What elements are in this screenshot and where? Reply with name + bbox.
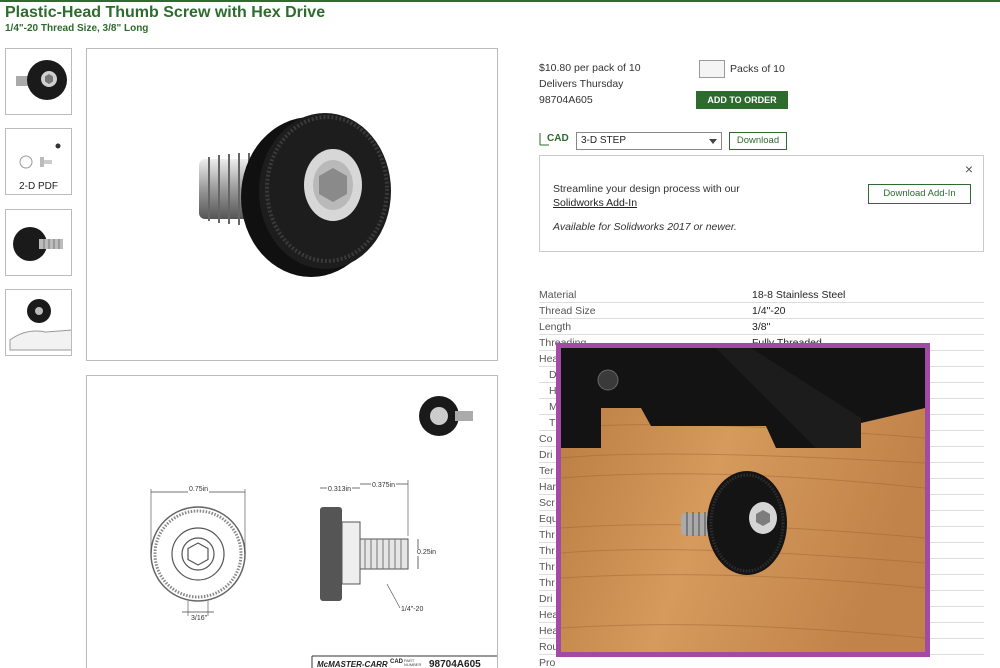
solidworks-addin-link[interactable]: Solidworks Add-In (553, 196, 740, 210)
spec-key: Thr (539, 545, 555, 557)
spec-row: Length 3/8" (539, 319, 984, 335)
product-subtitle: 1/4"-20 Thread Size, 3/8" Long (5, 23, 149, 34)
quantity-unit-label: Packs of 10 (730, 63, 785, 75)
cad-format-value: 3-D STEP (581, 135, 627, 146)
part-number-text: 98704A605 (539, 94, 593, 106)
wood-surface-photo (561, 348, 925, 652)
cad-format-select[interactable]: 3-D STEP (576, 132, 722, 150)
cad-download-button[interactable]: Download (729, 132, 787, 150)
price-text: $10.80 per pack of 10 (539, 62, 641, 74)
addin-compat-note: Available for Solidworks 2017 or newer. (553, 221, 737, 233)
spec-key: Dri (539, 449, 553, 461)
dim-length: 0.375in (371, 482, 396, 489)
download-addin-button[interactable]: Download Add-In (868, 184, 971, 204)
thumbnail-photo-1[interactable] (5, 48, 72, 115)
spec-value: 3/8" (752, 321, 771, 333)
addin-promo-text: Streamline your design process with our … (553, 182, 740, 210)
thumbscrew-thumb-image (16, 60, 67, 100)
order-info: $10.80 per pack of 10 Delivers Thursday … (539, 60, 641, 108)
dim-head-length: 0.313in (327, 486, 352, 493)
thumbscrew-usage-thumb-image (9, 299, 71, 351)
spec-value: 18-8 Stainless Steel (752, 289, 846, 301)
cad-icon: CAD (539, 133, 569, 146)
drawing-thumb-image (19, 143, 61, 169)
drawing-part-mark: PART NUMBER (404, 658, 422, 667)
technical-drawing: 0.75in 0.313in 0.375in 0.25in 3/16" 1/4"… (86, 375, 498, 668)
add-to-order-button[interactable]: ADD TO ORDER (696, 91, 788, 109)
spec-key: Material (539, 289, 577, 301)
spec-value: 1/4"-20 (752, 305, 786, 317)
delivery-text: Delivers Thursday (539, 78, 624, 90)
product-title: Plastic-Head Thumb Screw with Hex Drive (5, 4, 326, 21)
spec-key: T (549, 417, 556, 429)
spec-key: Length (539, 321, 572, 333)
spec-key: Equ (539, 513, 558, 525)
drawing-canvas (150, 396, 497, 668)
spec-key: Thr (539, 577, 555, 589)
thumbnail-photo-4[interactable] (5, 289, 72, 356)
spec-key: Co (539, 433, 553, 445)
drawing-part-number: 98704A605 (429, 659, 481, 668)
dim-diameter: 0.75in (188, 486, 210, 493)
main-product-image (86, 48, 498, 361)
close-icon[interactable]: × (965, 161, 973, 177)
spec-key: Thr (539, 529, 555, 541)
dim-hex: 3/16" (191, 615, 208, 622)
spec-key: Ter (539, 465, 554, 477)
thumbnail-caption: 2-D PDF (19, 181, 58, 192)
dim-thread: 1/4"-20 (401, 606, 424, 613)
top-rule (0, 0, 1000, 2)
quantity-input[interactable] (699, 60, 725, 78)
chevron-down-icon (709, 139, 717, 144)
spec-key: Pro (539, 657, 556, 668)
spec-key: Har (539, 481, 556, 493)
spec-row: Thread Size 1/4"-20 (539, 303, 984, 319)
thumbscrew-large-image (199, 113, 391, 277)
spec-key: Thread Size (539, 305, 596, 317)
spec-row: Material 18-8 Stainless Steel (539, 287, 984, 303)
thumbnail-2d-pdf[interactable]: 2-D PDF (5, 128, 72, 195)
addin-message: Streamline your design process with our (553, 183, 740, 195)
cad-label-text: CAD (547, 133, 569, 144)
dim-thread-diameter: 0.25in (416, 549, 438, 556)
solidworks-addin-panel: × Streamline your design process with ou… (539, 155, 984, 252)
spec-key: Dri (539, 593, 553, 605)
thumbscrew-side-thumb-image (13, 227, 63, 261)
drawing-cad-mark: CAD (390, 659, 403, 665)
drawing-brand: McMASTER-CARR (317, 660, 388, 668)
thumbnail-photo-3[interactable] (5, 209, 72, 276)
spec-key: Scr (539, 497, 555, 509)
spec-key: Thr (539, 561, 555, 573)
customer-photo-overlay (556, 343, 930, 657)
